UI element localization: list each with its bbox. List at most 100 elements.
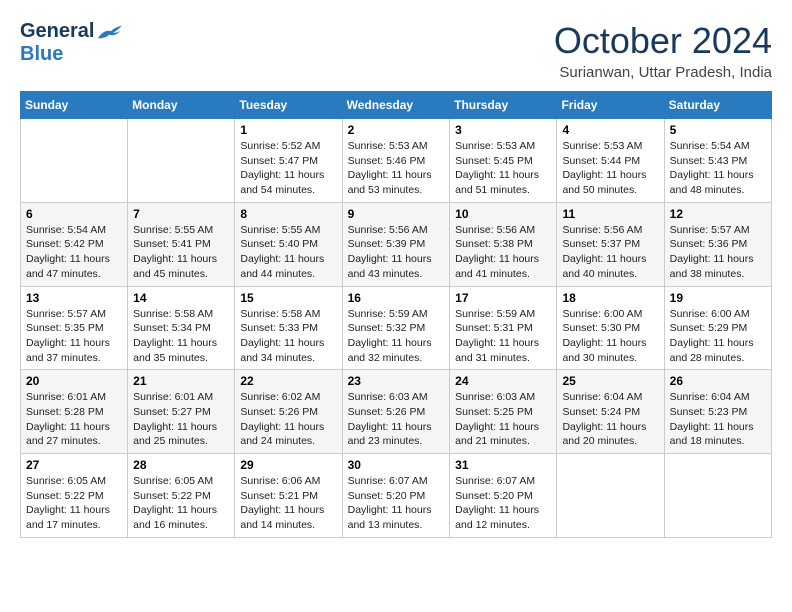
day-number: 13 [26, 291, 122, 305]
day-number: 28 [133, 458, 229, 472]
calendar-header-tuesday: Tuesday [235, 92, 342, 119]
calendar-cell: 6Sunrise: 5:54 AMSunset: 5:42 PMDaylight… [21, 202, 128, 286]
calendar-cell [21, 119, 128, 203]
calendar-cell [128, 119, 235, 203]
logo-general-text: General [20, 20, 94, 43]
calendar-cell: 2 Sunrise: 5:53 AMSunset: 5:46 PMDaylight… [342, 119, 450, 203]
calendar-header-wednesday: Wednesday [342, 92, 450, 119]
day-number: 26 [670, 374, 766, 388]
day-info: Sunrise: 5:53 AMSunset: 5:44 PMDaylight:… [562, 139, 658, 198]
calendar-cell [664, 454, 771, 538]
calendar-cell: 29 Sunrise: 6:06 AMSunset: 5:21 PMDayligh… [235, 454, 342, 538]
calendar-week-4: 20 Sunrise: 6:01 AMSunset: 5:28 PMDayligh… [21, 370, 772, 454]
day-info: Sunrise: 6:01 AMSunset: 5:28 PMDaylight:… [26, 390, 122, 449]
calendar-cell [557, 454, 664, 538]
day-info: Sunrise: 5:55 AMSunset: 5:40 PMDaylight:… [240, 223, 336, 282]
day-number: 8 [240, 207, 336, 221]
day-number: 18 [562, 291, 658, 305]
calendar-week-1: 1Sunrise: 5:52 AMSunset: 5:47 PMDaylight… [21, 119, 772, 203]
day-number: 9 [348, 207, 445, 221]
day-info: Sunrise: 6:05 AMSunset: 5:22 PMDaylight:… [133, 474, 229, 533]
calendar-header-saturday: Saturday [664, 92, 771, 119]
calendar-cell: 15Sunrise: 5:58 AMSunset: 5:33 PMDayligh… [235, 286, 342, 370]
calendar-cell: 3 Sunrise: 5:53 AMSunset: 5:45 PMDaylight… [450, 119, 557, 203]
calendar-cell: 16 Sunrise: 5:59 AMSunset: 5:32 PMDayligh… [342, 286, 450, 370]
day-info: Sunrise: 6:03 AMSunset: 5:25 PMDaylight:… [455, 390, 551, 449]
day-number: 10 [455, 207, 551, 221]
calendar-cell: 21 Sunrise: 6:01 AMSunset: 5:27 PMDayligh… [128, 370, 235, 454]
calendar-cell: 7Sunrise: 5:55 AMSunset: 5:41 PMDaylight… [128, 202, 235, 286]
calendar-cell: 11 Sunrise: 5:56 AMSunset: 5:37 PMDayligh… [557, 202, 664, 286]
day-info: Sunrise: 5:59 AMSunset: 5:32 PMDaylight:… [348, 307, 445, 366]
day-number: 2 [348, 123, 445, 137]
day-number: 12 [670, 207, 766, 221]
day-number: 19 [670, 291, 766, 305]
calendar-cell: 4 Sunrise: 5:53 AMSunset: 5:44 PMDaylight… [557, 119, 664, 203]
day-info: Sunrise: 6:07 AMSunset: 5:20 PMDaylight:… [455, 474, 551, 533]
calendar-header-friday: Friday [557, 92, 664, 119]
day-info: Sunrise: 6:00 AMSunset: 5:30 PMDaylight:… [562, 307, 658, 366]
day-number: 24 [455, 374, 551, 388]
day-number: 1 [240, 123, 336, 137]
calendar-cell: 1Sunrise: 5:52 AMSunset: 5:47 PMDaylight… [235, 119, 342, 203]
calendar-cell: 5Sunrise: 5:54 AMSunset: 5:43 PMDaylight… [664, 119, 771, 203]
day-number: 31 [455, 458, 551, 472]
calendar-cell: 27Sunrise: 6:05 AMSunset: 5:22 PMDayligh… [21, 454, 128, 538]
day-number: 20 [26, 374, 122, 388]
day-info: Sunrise: 5:57 AMSunset: 5:35 PMDaylight:… [26, 307, 122, 366]
calendar-cell: 22Sunrise: 6:02 AMSunset: 5:26 PMDayligh… [235, 370, 342, 454]
calendar-cell: 31 Sunrise: 6:07 AMSunset: 5:20 PMDayligh… [450, 454, 557, 538]
calendar-header-monday: Monday [128, 92, 235, 119]
title-section: October 2024 Surianwan, Uttar Pradesh, I… [554, 20, 772, 81]
day-info: Sunrise: 5:54 AMSunset: 5:42 PMDaylight:… [26, 223, 122, 282]
calendar-cell: 19Sunrise: 6:00 AMSunset: 5:29 PMDayligh… [664, 286, 771, 370]
day-number: 29 [240, 458, 336, 472]
calendar-cell: 18 Sunrise: 6:00 AMSunset: 5:30 PMDayligh… [557, 286, 664, 370]
calendar-week-5: 27Sunrise: 6:05 AMSunset: 5:22 PMDayligh… [21, 454, 772, 538]
calendar-cell: 14 Sunrise: 5:58 AMSunset: 5:34 PMDayligh… [128, 286, 235, 370]
calendar-cell: 9 Sunrise: 5:56 AMSunset: 5:39 PMDaylight… [342, 202, 450, 286]
month-title: October 2024 [554, 20, 772, 62]
calendar-cell: 10 Sunrise: 5:56 AMSunset: 5:38 PMDayligh… [450, 202, 557, 286]
day-info: Sunrise: 6:07 AMSunset: 5:20 PMDaylight:… [348, 474, 445, 533]
logo: General Blue [20, 20, 124, 66]
day-number: 4 [562, 123, 658, 137]
calendar-cell: 23Sunrise: 6:03 AMSunset: 5:26 PMDayligh… [342, 370, 450, 454]
calendar-header-sunday: Sunday [21, 92, 128, 119]
day-info: Sunrise: 5:59 AMSunset: 5:31 PMDaylight:… [455, 307, 551, 366]
day-number: 14 [133, 291, 229, 305]
day-number: 25 [562, 374, 658, 388]
calendar-cell: 17 Sunrise: 5:59 AMSunset: 5:31 PMDayligh… [450, 286, 557, 370]
day-info: Sunrise: 5:57 AMSunset: 5:36 PMDaylight:… [670, 223, 766, 282]
day-number: 16 [348, 291, 445, 305]
calendar-header-row: SundayMondayTuesdayWednesdayThursdayFrid… [21, 92, 772, 119]
day-info: Sunrise: 5:56 AMSunset: 5:38 PMDaylight:… [455, 223, 551, 282]
day-info: Sunrise: 6:05 AMSunset: 5:22 PMDaylight:… [26, 474, 122, 533]
logo-blue-text: Blue [20, 43, 63, 65]
calendar-cell: 26Sunrise: 6:04 AMSunset: 5:23 PMDayligh… [664, 370, 771, 454]
calendar-week-2: 6Sunrise: 5:54 AMSunset: 5:42 PMDaylight… [21, 202, 772, 286]
day-info: Sunrise: 6:06 AMSunset: 5:21 PMDaylight:… [240, 474, 336, 533]
day-number: 21 [133, 374, 229, 388]
calendar-header-thursday: Thursday [450, 92, 557, 119]
day-info: Sunrise: 6:01 AMSunset: 5:27 PMDaylight:… [133, 390, 229, 449]
day-info: Sunrise: 5:53 AMSunset: 5:45 PMDaylight:… [455, 139, 551, 198]
day-info: Sunrise: 6:03 AMSunset: 5:26 PMDaylight:… [348, 390, 445, 449]
day-info: Sunrise: 5:53 AMSunset: 5:46 PMDaylight:… [348, 139, 445, 198]
day-info: Sunrise: 5:56 AMSunset: 5:37 PMDaylight:… [562, 223, 658, 282]
calendar-cell: 20 Sunrise: 6:01 AMSunset: 5:28 PMDayligh… [21, 370, 128, 454]
day-number: 11 [562, 207, 658, 221]
day-info: Sunrise: 5:54 AMSunset: 5:43 PMDaylight:… [670, 139, 766, 198]
calendar-cell: 25Sunrise: 6:04 AMSunset: 5:24 PMDayligh… [557, 370, 664, 454]
calendar-cell: 28 Sunrise: 6:05 AMSunset: 5:22 PMDayligh… [128, 454, 235, 538]
day-number: 3 [455, 123, 551, 137]
day-info: Sunrise: 6:02 AMSunset: 5:26 PMDaylight:… [240, 390, 336, 449]
day-number: 7 [133, 207, 229, 221]
day-number: 17 [455, 291, 551, 305]
calendar-week-3: 13 Sunrise: 5:57 AMSunset: 5:35 PMDayligh… [21, 286, 772, 370]
logo-bird-icon [96, 21, 124, 43]
day-number: 15 [240, 291, 336, 305]
day-info: Sunrise: 5:56 AMSunset: 5:39 PMDaylight:… [348, 223, 445, 282]
calendar-cell: 30Sunrise: 6:07 AMSunset: 5:20 PMDayligh… [342, 454, 450, 538]
day-info: Sunrise: 5:58 AMSunset: 5:34 PMDaylight:… [133, 307, 229, 366]
